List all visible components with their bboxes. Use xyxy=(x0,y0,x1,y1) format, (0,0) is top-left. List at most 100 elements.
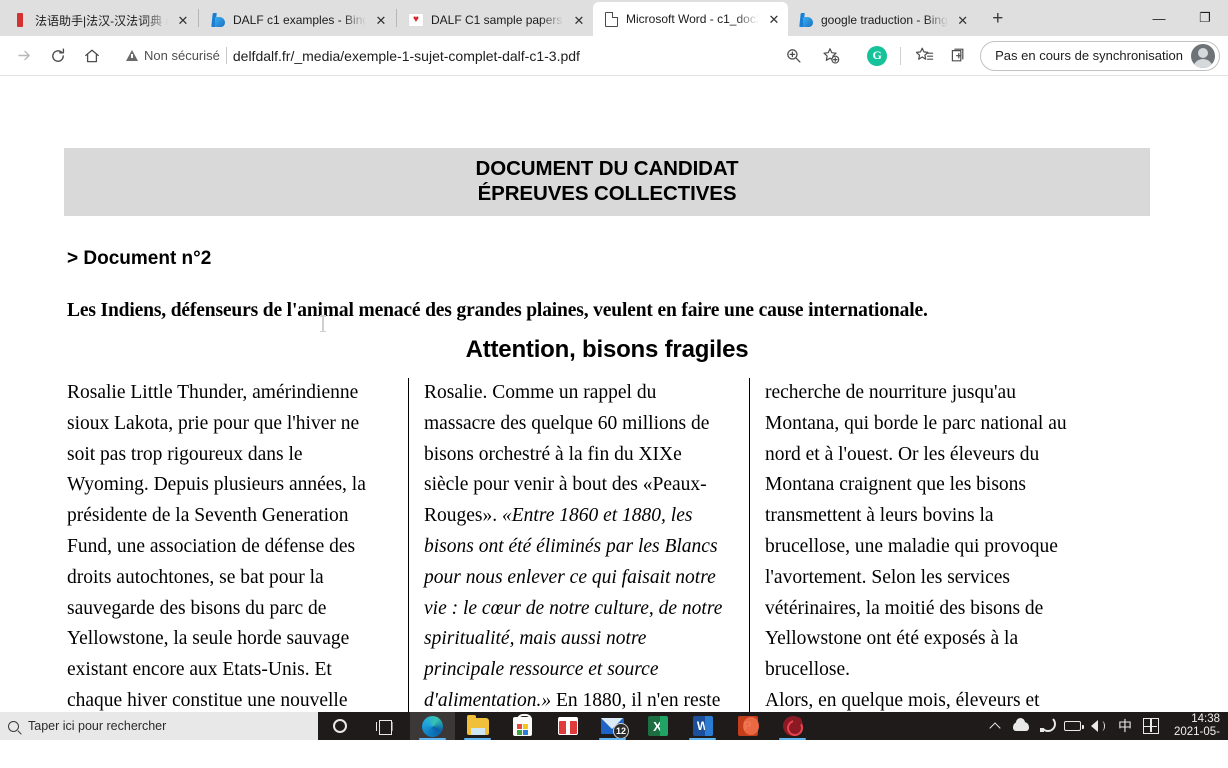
avatar[interactable] xyxy=(1191,43,1215,68)
tab-close-icon[interactable]: ✕ xyxy=(373,12,389,28)
article-column-3: recherche de nourriture jusqu'au Montana… xyxy=(749,378,1090,740)
edge-icon xyxy=(422,715,443,737)
window-controls: — ❐ xyxy=(1136,0,1228,36)
minimize-button[interactable]: — xyxy=(1136,0,1182,36)
tab-title: DALF c1 examples - Bing xyxy=(233,13,366,27)
browser-window: 法语助手|法汉-汉法词典 more ✕ DALF c1 examples - B… xyxy=(0,0,1228,740)
forward-button[interactable] xyxy=(8,40,40,72)
cortana-button[interactable] xyxy=(318,712,362,740)
not-secure-warning-icon xyxy=(126,50,138,61)
ime-layout-button[interactable] xyxy=(1138,712,1164,740)
tab-title: DALF C1 sample papers - DALF xyxy=(431,13,564,27)
ime-mode-label: 中 xyxy=(1117,719,1132,735)
tab-close-icon[interactable]: ✕ xyxy=(571,12,587,28)
text-cursor-icon xyxy=(320,315,326,332)
taskbar-search-input[interactable]: Taper ici pour rechercher xyxy=(0,712,318,740)
browser-toolbar: Non sécurisé delfdalf.fr/_media/exemple-… xyxy=(0,36,1228,76)
article-column-2: Rosalie. Comme un rappel du massacre des… xyxy=(408,378,749,740)
banner-line-2: ÉPREUVES COLLECTIVES xyxy=(477,182,737,205)
taskbar-app-microsoft-store[interactable] xyxy=(500,712,545,740)
bing-icon xyxy=(210,12,226,28)
mail-icon: 12 xyxy=(601,718,629,739)
pdf-viewer[interactable]: DOCUMENT DU CANDIDAT ÉPREUVES COLLECTIVE… xyxy=(0,77,1228,740)
refresh-button[interactable] xyxy=(42,40,74,72)
taskbar-app-mail[interactable]: 12 xyxy=(590,712,635,740)
system-tray: 中 14:38 2021-05- xyxy=(982,712,1228,740)
speaker-icon xyxy=(1091,720,1106,732)
word-icon: W xyxy=(692,716,713,736)
address-divider xyxy=(225,47,227,64)
column-paragraph: Rosalie Little Thunder, amérindienne sio… xyxy=(67,382,369,740)
address-bar[interactable]: Non sécurisé delfdalf.fr/_media/exemple-… xyxy=(116,40,854,72)
grammarly-extension-icon[interactable]: G xyxy=(861,40,893,72)
browser-tab-word-doc[interactable]: Microsoft Word - c1_doc2.docx ✕ xyxy=(593,2,788,36)
chevron-up-icon xyxy=(989,721,1001,734)
column-divider xyxy=(408,378,409,740)
taskbar-app-microsoft-edge[interactable] xyxy=(410,712,455,740)
browser-tab-dalf-papers[interactable]: DALF C1 sample papers - DALF ✕ xyxy=(398,4,593,36)
ime-mode-button[interactable]: 中 xyxy=(1112,712,1138,740)
bing-icon xyxy=(798,12,814,28)
browser-tab-dalf-examples[interactable]: DALF c1 examples - Bing ✕ xyxy=(200,4,395,36)
taskbar-app-powerpoint[interactable]: P xyxy=(725,712,770,740)
column-paragraph: recherche de nourriture jusqu'au Montana… xyxy=(765,382,1067,681)
tab-divider xyxy=(198,9,199,27)
article-headline: Attention, bisons fragiles xyxy=(465,336,749,363)
taskbar-app-camtasia[interactable] xyxy=(770,712,815,740)
frdic-icon xyxy=(12,12,28,28)
browser-tab-google-traduction[interactable]: google traduction - Bing ✕ xyxy=(788,4,977,36)
search-placeholder: Taper ici pour rechercher xyxy=(28,719,167,733)
column-paragraph: Rosalie. Comme un rappel du massacre des… xyxy=(424,378,729,740)
volume-tray-button[interactable] xyxy=(1086,712,1112,740)
mail-unread-badge: 12 xyxy=(613,723,629,739)
wifi-icon xyxy=(1039,720,1055,732)
sync-status-button[interactable]: Pas en cours de synchronisation xyxy=(980,40,1220,71)
tab-divider xyxy=(396,9,397,27)
tab-title: google traduction - Bing xyxy=(821,13,948,27)
tray-overflow-button[interactable] xyxy=(982,712,1008,740)
column-divider xyxy=(749,378,750,740)
store-icon xyxy=(513,713,532,736)
pdf-page: DOCUMENT DU CANDIDAT ÉPREUVES COLLECTIVE… xyxy=(64,77,1150,740)
sync-status-label: Pas en cours de synchronisation xyxy=(995,48,1183,63)
battery-icon xyxy=(1064,721,1084,731)
network-tray-button[interactable] xyxy=(1034,712,1060,740)
clock-date: 2021-05- xyxy=(1173,726,1220,738)
gift-icon xyxy=(557,717,578,735)
taskbar-app-list: 12 X W P xyxy=(410,712,815,740)
url-text[interactable]: delfdalf.fr/_media/exemple-1-sujet-compl… xyxy=(233,48,771,64)
article-column-1: Rosalie Little Thunder, amérindienne sio… xyxy=(67,378,408,740)
tab-close-icon[interactable]: ✕ xyxy=(955,12,971,28)
document-icon xyxy=(603,11,619,27)
powerpoint-icon: P xyxy=(737,716,759,736)
tab-strip: 法语助手|法汉-汉法词典 more ✕ DALF c1 examples - B… xyxy=(0,0,1228,36)
battery-tray-button[interactable] xyxy=(1060,712,1086,740)
add-favorite-icon[interactable] xyxy=(815,40,847,72)
collections-icon[interactable] xyxy=(942,40,974,72)
cloud-icon xyxy=(1012,717,1029,731)
home-button[interactable] xyxy=(76,40,108,72)
delfdalf-icon xyxy=(408,12,424,28)
tab-close-icon[interactable]: ✕ xyxy=(766,11,782,27)
taskbar-clock[interactable]: 14:38 2021-05- xyxy=(1164,712,1224,740)
cortana-icon xyxy=(333,719,347,733)
onedrive-tray-button[interactable] xyxy=(1008,712,1034,740)
taskbar-app-word[interactable]: W xyxy=(680,712,725,740)
taskbar-app-file-explorer[interactable] xyxy=(455,712,500,740)
taskbar-app-gift[interactable] xyxy=(545,712,590,740)
task-view-button[interactable] xyxy=(362,712,406,740)
task-view-icon xyxy=(375,719,393,735)
grammarly-glyph: G xyxy=(867,45,888,66)
banner-line-1: DOCUMENT DU CANDIDAT xyxy=(475,157,739,180)
clock-time: 14:38 xyxy=(1191,713,1220,725)
browser-tab-frdic[interactable]: 法语助手|法汉-汉法词典 more ✕ xyxy=(2,4,197,36)
maximize-button[interactable]: ❐ xyxy=(1182,0,1228,36)
favorites-icon[interactable] xyxy=(908,40,940,72)
new-tab-button[interactable]: + xyxy=(983,4,1013,34)
windows-taskbar: Taper ici pour rechercher 12 X W P 中 14:… xyxy=(0,712,1228,740)
zoom-icon[interactable] xyxy=(777,40,809,72)
tab-title: Microsoft Word - c1_doc2.docx xyxy=(626,12,759,26)
taskbar-app-excel[interactable]: X xyxy=(635,712,680,740)
document-number-heading: > Document n°2 xyxy=(67,248,212,269)
tab-close-icon[interactable]: ✕ xyxy=(175,12,191,28)
